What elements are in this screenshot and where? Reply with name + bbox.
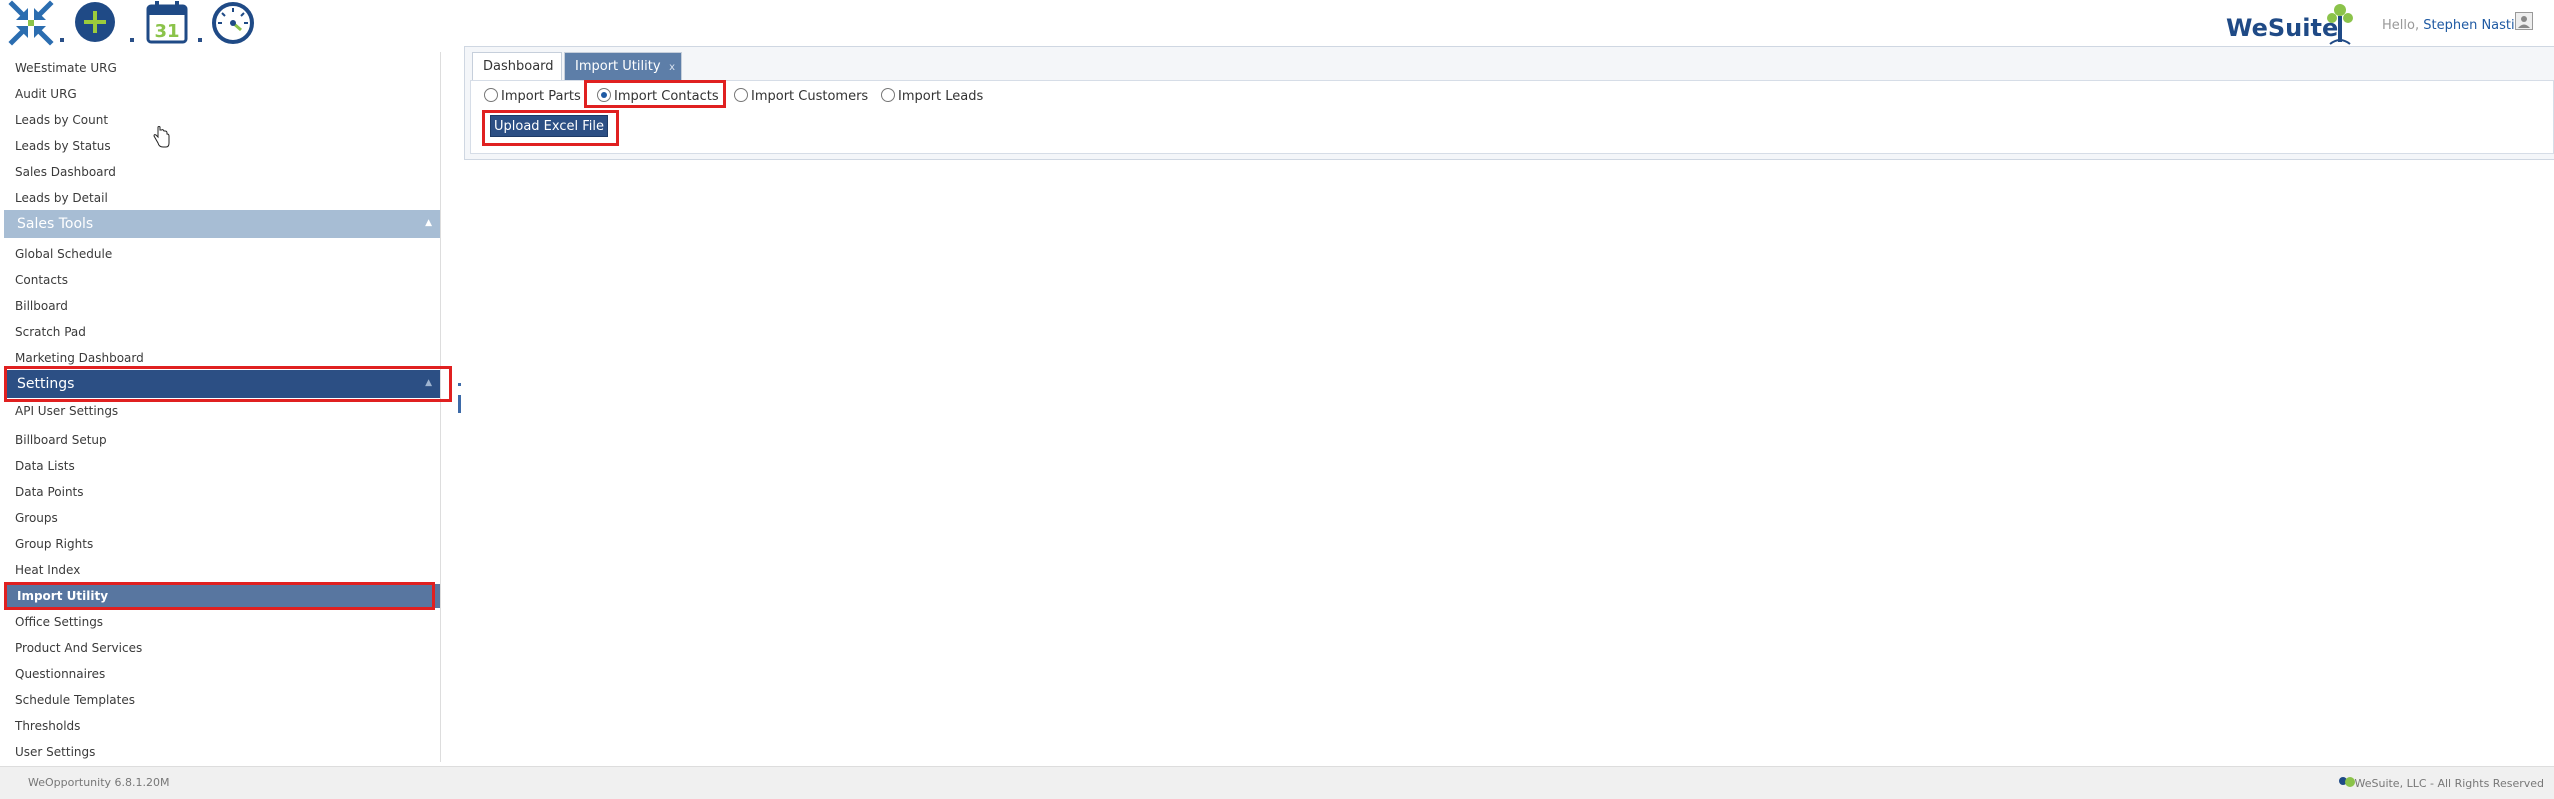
sidebar-section-sales-tools[interactable]: Sales Tools ▲ [4,210,440,238]
tab-dashboard[interactable]: Dashboard [472,52,562,80]
toolbar-separator [130,38,134,42]
dashboard-gauge-icon[interactable] [210,0,256,46]
radio-import-customers[interactable]: Import Customers [734,88,868,104]
user-name-link[interactable]: Stephen Nasti [2423,18,2514,33]
user-profile-icon[interactable] [2515,12,2533,30]
sidebar-item-product-and-services[interactable]: Product And Services [15,641,142,655]
radio-label: Import Parts [501,89,581,104]
sidebar-item-scratch-pad[interactable]: Scratch Pad [15,325,86,339]
top-toolbar: 31 WeSuite Hello, Stephen Nasti [0,0,2554,50]
sidebar-item-leads-by-status[interactable]: Leads by Status [15,139,111,153]
add-circle-icon[interactable] [72,0,118,46]
calendar-day: 31 [154,21,179,42]
radio-button[interactable] [734,88,748,102]
collapse-arrow-icon: ▲ [425,218,432,228]
radio-button[interactable] [484,88,498,102]
copyright-text: WeSuite, LLC - All Rights Reserved [2354,777,2544,790]
sidebar-item-data-lists[interactable]: Data Lists [15,459,75,473]
logo-text: WeSuite [2226,14,2339,42]
collapse-arrows-icon[interactable] [8,0,54,46]
greeting-label: Hello, [2382,18,2420,33]
radio-label: Import Customers [751,89,869,104]
sidebar-item-billboard-setup[interactable]: Billboard Setup [15,433,107,447]
sidebar-item-thresholds[interactable]: Thresholds [15,719,80,733]
wesuite-small-logo-icon [2339,777,2355,787]
sidebar-item-questionnaires[interactable]: Questionnaires [15,667,105,681]
sidebar-item-westimate-urg[interactable]: WeEstimate URG [15,61,117,75]
splitter-handle-top[interactable] [458,383,461,386]
sidebar-item-api-user-settings[interactable]: API User Settings [15,404,118,418]
sidebar-item-office-settings[interactable]: Office Settings [15,615,103,629]
wesuite-logo: WeSuite [2226,2,2353,46]
app-version: WeOpportunity 6.8.1.20M [28,776,170,789]
tab-label: Dashboard [483,59,554,74]
sidebar-item-global-schedule[interactable]: Global Schedule [15,247,112,261]
sidebar-item-leads-by-count[interactable]: Leads by Count [15,113,108,127]
sidebar-item-marketing-dashboard[interactable]: Marketing Dashboard [15,351,144,365]
tab-label: Import Utility [575,59,661,74]
toolbar-separator [60,38,64,42]
highlight-box-upload-button [482,110,619,146]
sidebar-item-user-settings[interactable]: User Settings [15,745,95,759]
section-label: Sales Tools [17,216,94,232]
toolbar-separator [198,38,202,42]
footer: WeOpportunity 6.8.1.20M WeSuite, LLC - A… [0,766,2554,799]
sidebar-splitter[interactable] [458,395,461,413]
highlight-box-import-contacts [584,80,726,108]
sidebar: WeEstimate URG Audit URG Leads by Count … [2,52,452,762]
highlight-box-settings [4,366,452,402]
highlight-box-import-utility [4,582,435,610]
sidebar-item-billboard[interactable]: Billboard [15,299,68,313]
radio-import-parts[interactable]: Import Parts [484,88,581,104]
tab-import-utility[interactable]: Import Utility x [564,52,682,80]
sidebar-item-data-points[interactable]: Data Points [15,485,84,499]
greeting: Hello, Stephen Nasti [2382,18,2515,33]
sidebar-item-heat-index[interactable]: Heat Index [15,563,80,577]
close-icon[interactable]: x [669,54,675,82]
sidebar-item-contacts[interactable]: Contacts [15,273,68,287]
sidebar-item-group-rights[interactable]: Group Rights [15,537,93,551]
hand-cursor-icon [153,126,170,148]
sidebar-item-schedule-templates[interactable]: Schedule Templates [15,693,135,707]
radio-label: Import Leads [898,89,984,104]
sidebar-item-audit-urg[interactable]: Audit URG [15,87,77,101]
sidebar-item-groups[interactable]: Groups [15,511,58,525]
sidebar-item-leads-by-detail[interactable]: Leads by Detail [15,191,108,205]
radio-button[interactable] [881,88,895,102]
radio-import-leads[interactable]: Import Leads [881,88,983,104]
tree-logo-icon [2327,4,2353,45]
sidebar-item-sales-dashboard[interactable]: Sales Dashboard [15,165,116,179]
calendar-icon[interactable]: 31 [144,0,190,46]
